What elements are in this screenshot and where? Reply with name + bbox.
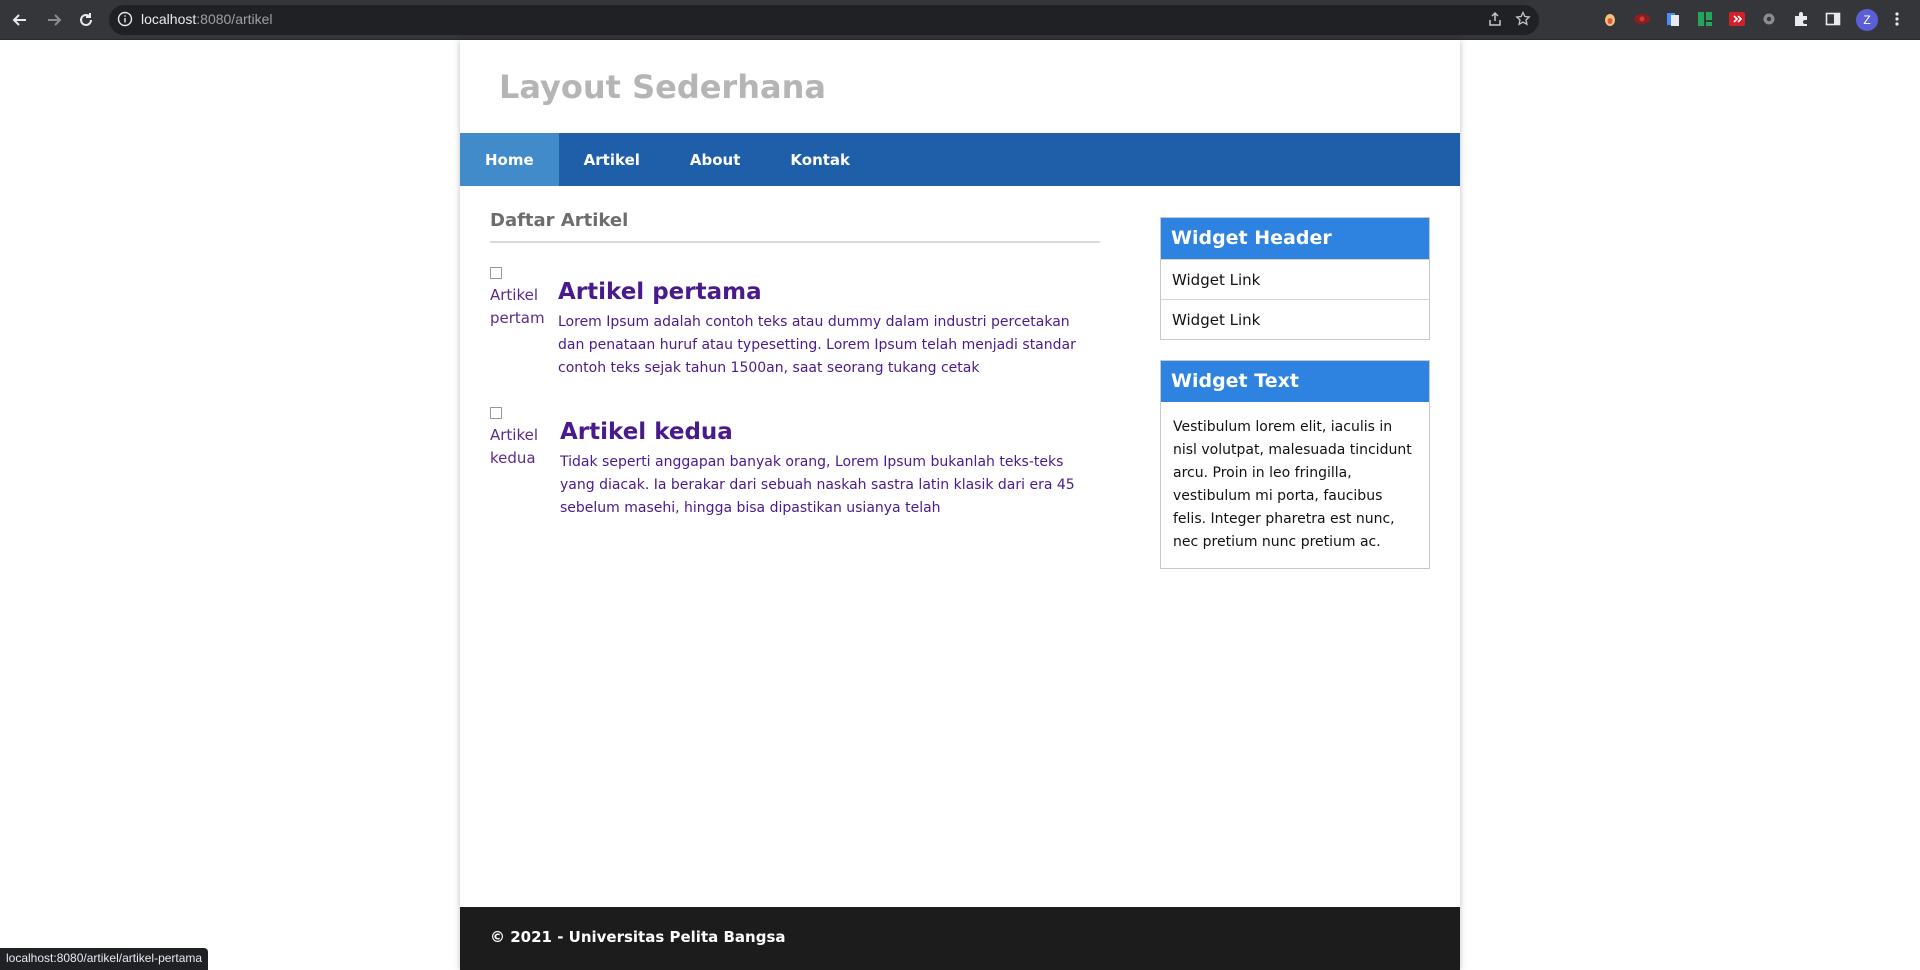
- widget-text-body: Vestibulum lorem elit, iaculis in nisl v…: [1173, 419, 1412, 550]
- browser-toolbar: localhost:8080/artikel Z: [0, 0, 1920, 40]
- article-excerpt: Lorem Ipsum adalah contoh teks atau dumm…: [558, 314, 1076, 376]
- profile-avatar[interactable]: Z: [1856, 9, 1878, 31]
- site-footer: © 2021 - Universitas Pelita Bangsa: [460, 907, 1460, 970]
- article-thumbnail[interactable]: Artikel kedua: [490, 401, 550, 471]
- extension-icon-2[interactable]: [1633, 10, 1651, 28]
- article-title-link[interactable]: Artikel pertama: [558, 279, 762, 305]
- broken-image-icon: [490, 407, 502, 419]
- settings-gear-icon[interactable]: [1760, 10, 1778, 28]
- footer-copyright: © 2021 - Universitas Pelita Bangsa: [490, 928, 786, 946]
- extension-icon-4[interactable]: [1696, 10, 1714, 28]
- page-container: Layout Sederhana Home Artikel About Kont…: [460, 40, 1460, 970]
- extension-icon-3[interactable]: [1664, 10, 1682, 28]
- nav-artikel[interactable]: Artikel: [559, 133, 665, 186]
- article-item: Artikel pertam Artikel pertama Lorem Ips…: [490, 261, 1100, 401]
- address-bar[interactable]: localhost:8080/artikel: [109, 5, 1539, 35]
- url-text: localhost:8080/artikel: [141, 11, 273, 27]
- share-icon[interactable]: [1487, 11, 1503, 31]
- forward-icon[interactable]: [42, 8, 66, 32]
- extension-icon-1[interactable]: [1601, 10, 1619, 28]
- page-viewport: Layout Sederhana Home Artikel About Kont…: [0, 40, 1920, 970]
- site-header: Layout Sederhana: [460, 40, 1460, 133]
- widget-header-title: Widget Header: [1161, 218, 1429, 259]
- widget-link[interactable]: Widget Link: [1161, 299, 1429, 339]
- main-navbar: Home Artikel About Kontak: [460, 133, 1460, 186]
- nav-home[interactable]: Home: [460, 133, 559, 186]
- article-thumbnail-alt: Artikel pertam: [490, 286, 545, 327]
- article-title-link[interactable]: Artikel kedua: [560, 419, 733, 445]
- menu-kebab-icon[interactable]: [1888, 10, 1906, 28]
- site-info-icon[interactable]: [117, 11, 133, 31]
- article-excerpt: Tidak seperti anggapan banyak orang, Lor…: [560, 454, 1075, 516]
- reload-icon[interactable]: [74, 8, 98, 32]
- widget-text-title: Widget Text: [1161, 361, 1429, 402]
- site-title: Layout Sederhana: [499, 68, 826, 106]
- bookmark-star-icon[interactable]: [1515, 10, 1531, 31]
- sidebar: Widget Header Widget Link Widget Link Wi…: [1160, 217, 1430, 589]
- widget-links: Widget Header Widget Link Widget Link: [1160, 217, 1430, 340]
- back-icon[interactable]: [8, 8, 32, 32]
- extensions-puzzle-icon[interactable]: [1792, 10, 1810, 28]
- article-list-title: Daftar Artikel: [490, 210, 1100, 243]
- side-panel-icon[interactable]: [1824, 10, 1842, 28]
- nav-kontak[interactable]: Kontak: [765, 133, 875, 186]
- article-item: Artikel kedua Artikel kedua Tidak sepert…: [490, 401, 1100, 541]
- article-thumbnail-alt: Artikel kedua: [490, 426, 539, 467]
- link-status-bubble: localhost:8080/artikel/artikel-pertama: [0, 948, 209, 970]
- nav-about[interactable]: About: [665, 133, 766, 186]
- widget-text: Widget Text Vestibulum lorem elit, iacul…: [1160, 360, 1430, 569]
- widget-link[interactable]: Widget Link: [1161, 259, 1429, 299]
- article-thumbnail[interactable]: Artikel pertam: [490, 261, 550, 331]
- main-content: Daftar Artikel Artikel pertam Artikel pe…: [490, 210, 1100, 541]
- broken-image-icon: [490, 267, 502, 279]
- extension-icon-5[interactable]: [1728, 10, 1746, 28]
